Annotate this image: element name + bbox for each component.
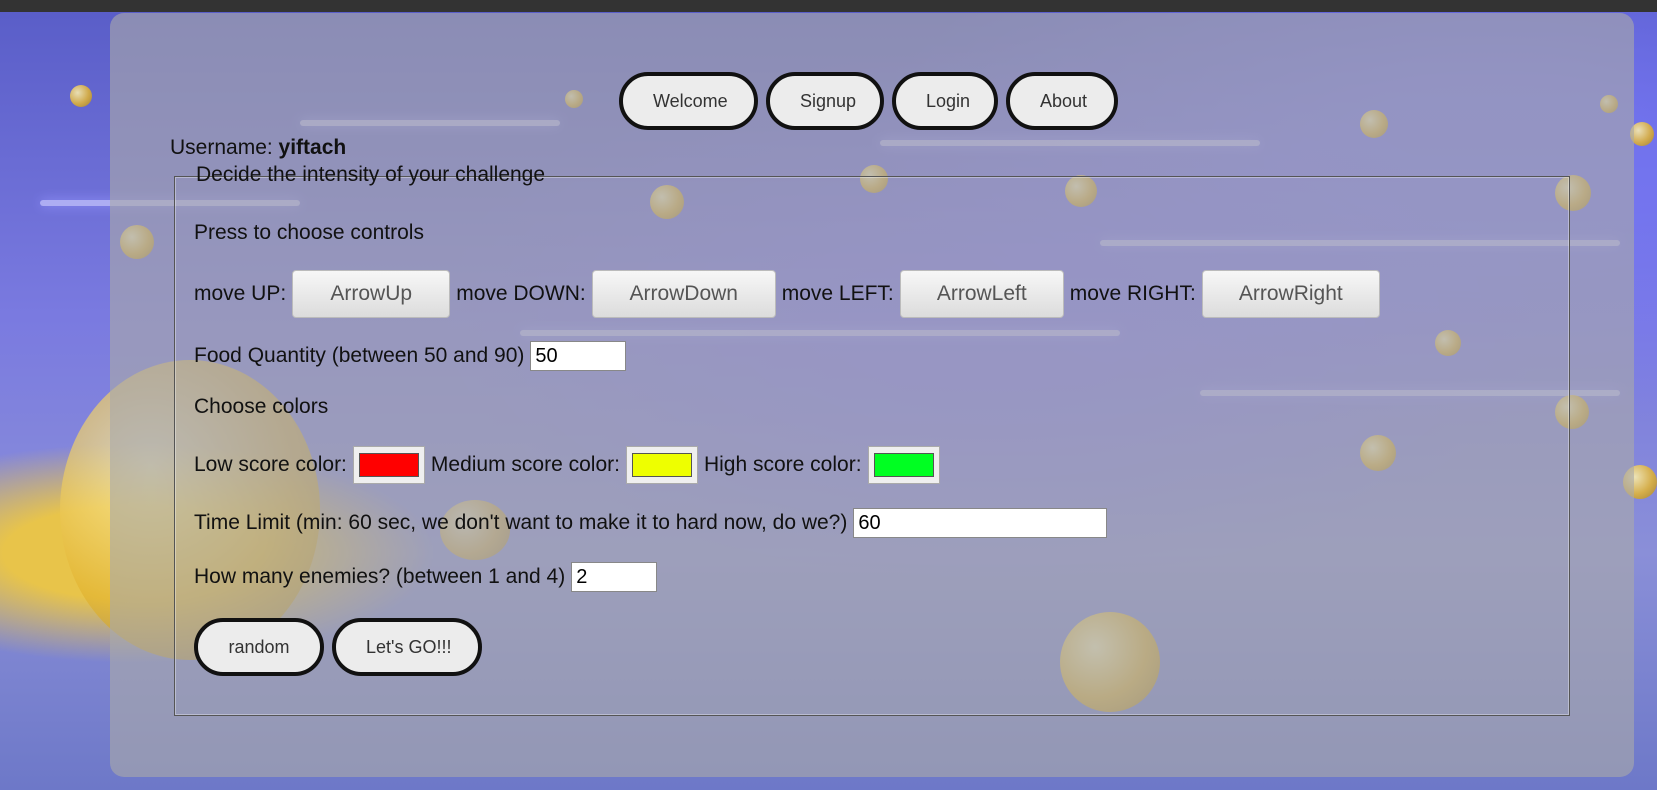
controls-heading-text: Press to choose controls: [194, 221, 424, 244]
move-right-label: move RIGHT:: [1069, 282, 1196, 305]
medium-color-label: Medium score color:: [430, 453, 620, 476]
nav-welcome-button[interactable]: Welcome: [619, 72, 758, 130]
time-limit-label: Time Limit (min: 60 sec, we don't want t…: [194, 511, 848, 534]
move-down-key-button[interactable]: ArrowDown: [591, 270, 776, 318]
low-color-swatch: [358, 453, 419, 477]
enemies-input[interactable]: [571, 562, 658, 592]
medium-color-picker[interactable]: [625, 446, 698, 484]
controls-row: move UP: ArrowUp move DOWN: ArrowDown mo…: [194, 270, 1386, 318]
high-color-picker[interactable]: [867, 446, 940, 484]
move-left-key-button[interactable]: ArrowLeft: [899, 270, 1064, 318]
move-down-label: move DOWN:: [456, 282, 586, 305]
time-limit-input[interactable]: [853, 508, 1108, 538]
move-up-key-button[interactable]: ArrowUp: [292, 270, 451, 318]
nav-signup-button[interactable]: Signup: [766, 72, 884, 130]
colors-heading-text: Choose colors: [194, 395, 329, 418]
low-color-label: Low score color:: [194, 453, 347, 476]
random-button[interactable]: random: [194, 618, 324, 676]
nav-login-button[interactable]: Login: [892, 72, 998, 130]
controls-heading: Press to choose controls: [194, 221, 424, 245]
colors-row: Low score color: Medium score color: Hig…: [194, 446, 946, 484]
low-color-picker[interactable]: [352, 446, 425, 484]
username-value: yiftach: [278, 136, 347, 159]
lets-go-button[interactable]: Let's GO!!!: [332, 618, 482, 676]
browser-top-strip: [0, 0, 1657, 12]
username-line: Username: yiftach: [170, 136, 346, 160]
settings-legend: Decide the intensity of your challenge: [196, 163, 546, 186]
colors-heading: Choose colors: [194, 395, 328, 419]
medium-color-swatch: [631, 453, 692, 477]
food-row: Food Quantity (between 50 and 90): [194, 341, 627, 371]
high-color-swatch: [873, 453, 934, 477]
move-left-label: move LEFT:: [781, 282, 894, 305]
move-up-label: move UP:: [194, 282, 287, 305]
time-row: Time Limit (min: 60 sec, we don't want t…: [194, 508, 1108, 538]
nav-about-button[interactable]: About: [1006, 72, 1118, 130]
move-right-key-button[interactable]: ArrowRight: [1201, 270, 1380, 318]
food-quantity-label: Food Quantity (between 50 and 90): [194, 344, 525, 367]
enemies-row: How many enemies? (between 1 and 4): [194, 562, 658, 592]
high-color-label: High score color:: [703, 453, 862, 476]
enemies-label: How many enemies? (between 1 and 4): [194, 565, 566, 588]
top-nav: Welcome Signup Login About: [619, 72, 1118, 130]
food-quantity-input[interactable]: [530, 341, 627, 371]
actions-row: random Let's GO!!!: [194, 618, 482, 676]
username-label: Username:: [170, 136, 273, 159]
